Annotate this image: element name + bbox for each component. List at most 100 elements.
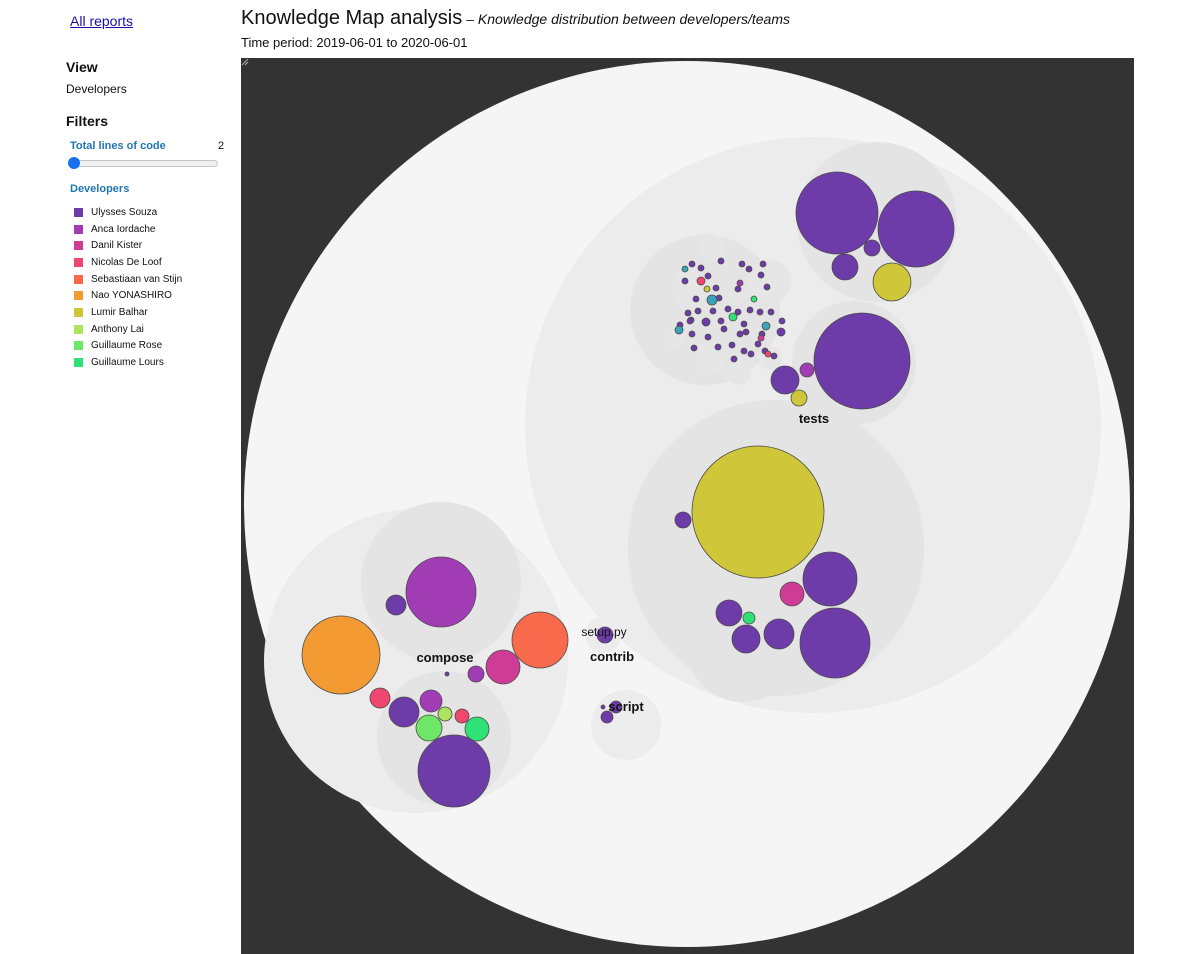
file-circle-small[interactable] bbox=[686, 317, 694, 325]
loc-slider-track[interactable] bbox=[70, 160, 218, 167]
legend-item[interactable]: Anca Iordache bbox=[74, 221, 182, 238]
file-circle-small[interactable] bbox=[706, 294, 718, 306]
file-circle-small[interactable] bbox=[704, 333, 712, 341]
file-circle-small[interactable] bbox=[738, 260, 746, 268]
file-circle-small[interactable] bbox=[684, 309, 692, 317]
file-circle-small[interactable] bbox=[697, 264, 705, 272]
loc-slider-thumb[interactable] bbox=[68, 157, 80, 169]
dir-circle-fixture[interactable] bbox=[695, 342, 727, 374]
file-circle-small[interactable] bbox=[701, 317, 711, 327]
file-circle[interactable] bbox=[799, 607, 871, 679]
file-circle-small[interactable] bbox=[688, 260, 696, 268]
file-circle-small[interactable] bbox=[681, 265, 689, 273]
file-circle-small[interactable] bbox=[756, 308, 764, 316]
file-circle-small[interactable] bbox=[714, 343, 722, 351]
file-circle[interactable] bbox=[385, 594, 407, 616]
knowledge-map-svg[interactable]: tests compose contrib setup.py script bbox=[241, 58, 1134, 954]
file-circle-small[interactable] bbox=[776, 327, 786, 337]
file-circle-small[interactable] bbox=[720, 325, 728, 333]
file-circle-small[interactable] bbox=[757, 334, 765, 342]
file-circle-small[interactable] bbox=[759, 260, 767, 268]
knowledge-map[interactable]: tests compose contrib setup.py script bbox=[241, 58, 1134, 954]
file-circle-small[interactable] bbox=[728, 341, 736, 349]
legend-item[interactable]: Lumir Balhar bbox=[74, 304, 182, 321]
file-circle-small[interactable] bbox=[704, 272, 712, 280]
all-reports-link[interactable]: All reports bbox=[70, 13, 133, 29]
file-circle[interactable] bbox=[691, 445, 825, 579]
file-circle[interactable] bbox=[763, 618, 795, 650]
file-circle-small[interactable] bbox=[757, 271, 765, 279]
file-circle-small[interactable] bbox=[690, 344, 698, 352]
file-circle[interactable] bbox=[405, 556, 477, 628]
file-circle[interactable] bbox=[813, 312, 911, 410]
file-circle-small[interactable] bbox=[736, 330, 744, 338]
dir-circle-fixture[interactable] bbox=[671, 270, 707, 306]
file-circle[interactable] bbox=[444, 671, 450, 677]
file-circle-small[interactable] bbox=[681, 277, 689, 285]
file-circle[interactable] bbox=[779, 581, 805, 607]
file-circle[interactable] bbox=[770, 365, 800, 395]
file-circle[interactable] bbox=[802, 551, 858, 607]
file-circle-small[interactable] bbox=[717, 317, 725, 325]
file-circle[interactable] bbox=[600, 704, 606, 710]
file-circle-small[interactable] bbox=[736, 279, 744, 287]
legend-item[interactable]: Ulysses Souza bbox=[74, 204, 182, 221]
file-circle[interactable] bbox=[467, 665, 485, 683]
file-circle-small[interactable] bbox=[754, 340, 762, 348]
file-circle[interactable] bbox=[454, 708, 470, 724]
file-circle-small[interactable] bbox=[692, 295, 700, 303]
file-circle-small[interactable] bbox=[763, 283, 771, 291]
file-circle-small[interactable] bbox=[761, 321, 771, 331]
file-circle[interactable] bbox=[419, 689, 443, 713]
file-circle-small[interactable] bbox=[764, 350, 772, 358]
file-circle[interactable] bbox=[301, 615, 381, 695]
loc-slider[interactable] bbox=[68, 157, 218, 169]
file-circle-small[interactable] bbox=[750, 295, 758, 303]
file-circle[interactable] bbox=[877, 190, 955, 268]
file-circle-small[interactable] bbox=[696, 276, 706, 286]
file-circle-small[interactable] bbox=[712, 284, 720, 292]
dir-circle-fixture[interactable] bbox=[758, 346, 782, 370]
resize-handle-icon[interactable] bbox=[241, 58, 249, 66]
file-circle[interactable] bbox=[742, 611, 756, 625]
dir-circle-fixture[interactable] bbox=[727, 361, 751, 385]
file-circle[interactable] bbox=[369, 687, 391, 709]
file-circle-small[interactable] bbox=[730, 355, 738, 363]
file-circle-small[interactable] bbox=[770, 352, 778, 360]
file-circle-small[interactable] bbox=[703, 285, 711, 293]
file-circle[interactable] bbox=[464, 716, 490, 742]
file-circle-small[interactable] bbox=[728, 312, 738, 322]
file-circle-small[interactable] bbox=[745, 265, 753, 273]
file-circle[interactable] bbox=[863, 239, 881, 257]
file-circle-small[interactable] bbox=[717, 257, 725, 265]
file-circle-small[interactable] bbox=[694, 307, 702, 315]
legend-item[interactable]: Nao YONASHIRO bbox=[74, 287, 182, 304]
file-circle-small[interactable] bbox=[709, 307, 717, 315]
file-circle-small[interactable] bbox=[742, 328, 750, 336]
file-circle-small[interactable] bbox=[734, 285, 742, 293]
legend-item[interactable]: Guillaume Rose bbox=[74, 338, 182, 355]
file-circle[interactable] bbox=[790, 389, 808, 407]
file-circle-small[interactable] bbox=[778, 317, 786, 325]
file-circle[interactable] bbox=[415, 714, 443, 742]
file-circle[interactable] bbox=[511, 611, 569, 669]
file-circle-small[interactable] bbox=[724, 305, 732, 313]
file-circle[interactable] bbox=[795, 171, 879, 255]
file-circle[interactable] bbox=[799, 362, 815, 378]
legend-item[interactable]: Nicolas De Loof bbox=[74, 254, 182, 271]
file-circle[interactable] bbox=[674, 511, 692, 529]
file-circle-small[interactable] bbox=[747, 350, 755, 358]
legend-item[interactable]: Anthony Lai bbox=[74, 321, 182, 338]
file-circle-small[interactable] bbox=[746, 306, 754, 314]
legend-item[interactable]: Guillaume Lours bbox=[74, 354, 182, 371]
file-circle[interactable] bbox=[417, 734, 491, 808]
legend-item[interactable]: Sebastiaan van Stijn bbox=[74, 271, 182, 288]
file-circle[interactable] bbox=[485, 649, 521, 685]
file-circle[interactable] bbox=[715, 599, 743, 627]
file-circle-small[interactable] bbox=[674, 325, 684, 335]
file-circle-small[interactable] bbox=[740, 320, 748, 328]
file-circle[interactable] bbox=[437, 706, 453, 722]
file-circle-small[interactable] bbox=[688, 330, 696, 338]
file-circle[interactable] bbox=[872, 262, 912, 302]
file-circle[interactable] bbox=[731, 624, 761, 654]
